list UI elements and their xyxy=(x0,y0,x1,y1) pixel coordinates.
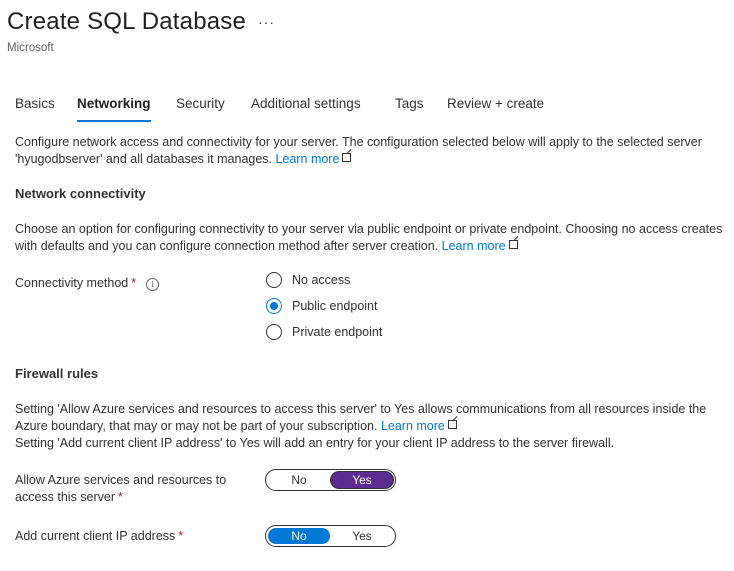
publisher-label: Microsoft xyxy=(7,42,54,54)
connectivity-learn-more-link[interactable]: Learn more xyxy=(442,239,506,253)
radio-label: No access xyxy=(292,273,351,287)
firewall-description: Setting 'Allow Azure services and resour… xyxy=(15,401,730,452)
tab-security[interactable]: Security xyxy=(176,96,225,111)
tab-basics[interactable]: Basics xyxy=(15,96,55,111)
radio-button[interactable] xyxy=(266,272,282,288)
radio-button[interactable] xyxy=(266,298,282,314)
intro-description: Configure network access and connectivit… xyxy=(15,134,730,168)
connectivity-method-text: Connectivity method xyxy=(15,276,129,290)
connectivity-text: Choose an option for configuring connect… xyxy=(15,222,723,253)
info-icon[interactable]: i xyxy=(146,278,160,291)
radio-public-endpoint[interactable]: Public endpoint xyxy=(266,296,377,316)
network-connectivity-heading: Network connectivity xyxy=(15,186,146,201)
toggle-yes-option[interactable]: Yes xyxy=(331,528,393,544)
connectivity-description: Choose an option for configuring connect… xyxy=(15,221,730,255)
external-link-icon xyxy=(508,240,518,249)
allow-azure-label: Allow Azure services and resources to ac… xyxy=(15,472,245,506)
radio-label: Private endpoint xyxy=(292,325,383,339)
required-marker: * xyxy=(118,490,123,504)
allow-azure-toggle[interactable]: No Yes xyxy=(265,469,396,491)
required-marker: * xyxy=(131,276,137,290)
connectivity-method-label: Connectivity method * i xyxy=(15,275,160,292)
external-link-icon xyxy=(447,420,457,429)
client-ip-toggle[interactable]: No Yes xyxy=(265,525,396,547)
toggle-yes-option[interactable]: Yes xyxy=(331,472,393,488)
intro-learn-more-link[interactable]: Learn more xyxy=(276,152,340,166)
tab-additional-settings[interactable]: Additional settings xyxy=(251,96,361,111)
external-link-icon xyxy=(342,153,352,162)
tab-tags[interactable]: Tags xyxy=(395,96,424,111)
firewall-text-1: Setting 'Allow Azure services and resour… xyxy=(15,402,707,433)
client-ip-label: Add current client IP address * xyxy=(15,528,183,545)
firewall-rules-heading: Firewall rules xyxy=(15,366,99,381)
page-title: Create SQL Database xyxy=(7,8,247,35)
required-marker: * xyxy=(178,529,184,543)
firewall-text-2: Setting 'Add current client IP address' … xyxy=(15,436,615,450)
toggle-no-option[interactable]: No xyxy=(268,528,330,544)
radio-no-access[interactable]: No access xyxy=(266,270,350,290)
tab-review-create[interactable]: Review + create xyxy=(447,96,544,111)
radio-button[interactable] xyxy=(266,324,282,340)
toggle-no-option[interactable]: No xyxy=(268,472,330,488)
client-ip-text: Add current client IP address xyxy=(15,529,176,543)
radio-private-endpoint[interactable]: Private endpoint xyxy=(266,322,382,342)
radio-label: Public endpoint xyxy=(292,299,378,313)
more-options-icon[interactable]: ··· xyxy=(258,14,275,30)
intro-text: Configure network access and connectivit… xyxy=(15,135,702,166)
firewall-learn-more-link[interactable]: Learn more xyxy=(381,419,445,433)
tab-networking[interactable]: Networking xyxy=(77,96,151,122)
